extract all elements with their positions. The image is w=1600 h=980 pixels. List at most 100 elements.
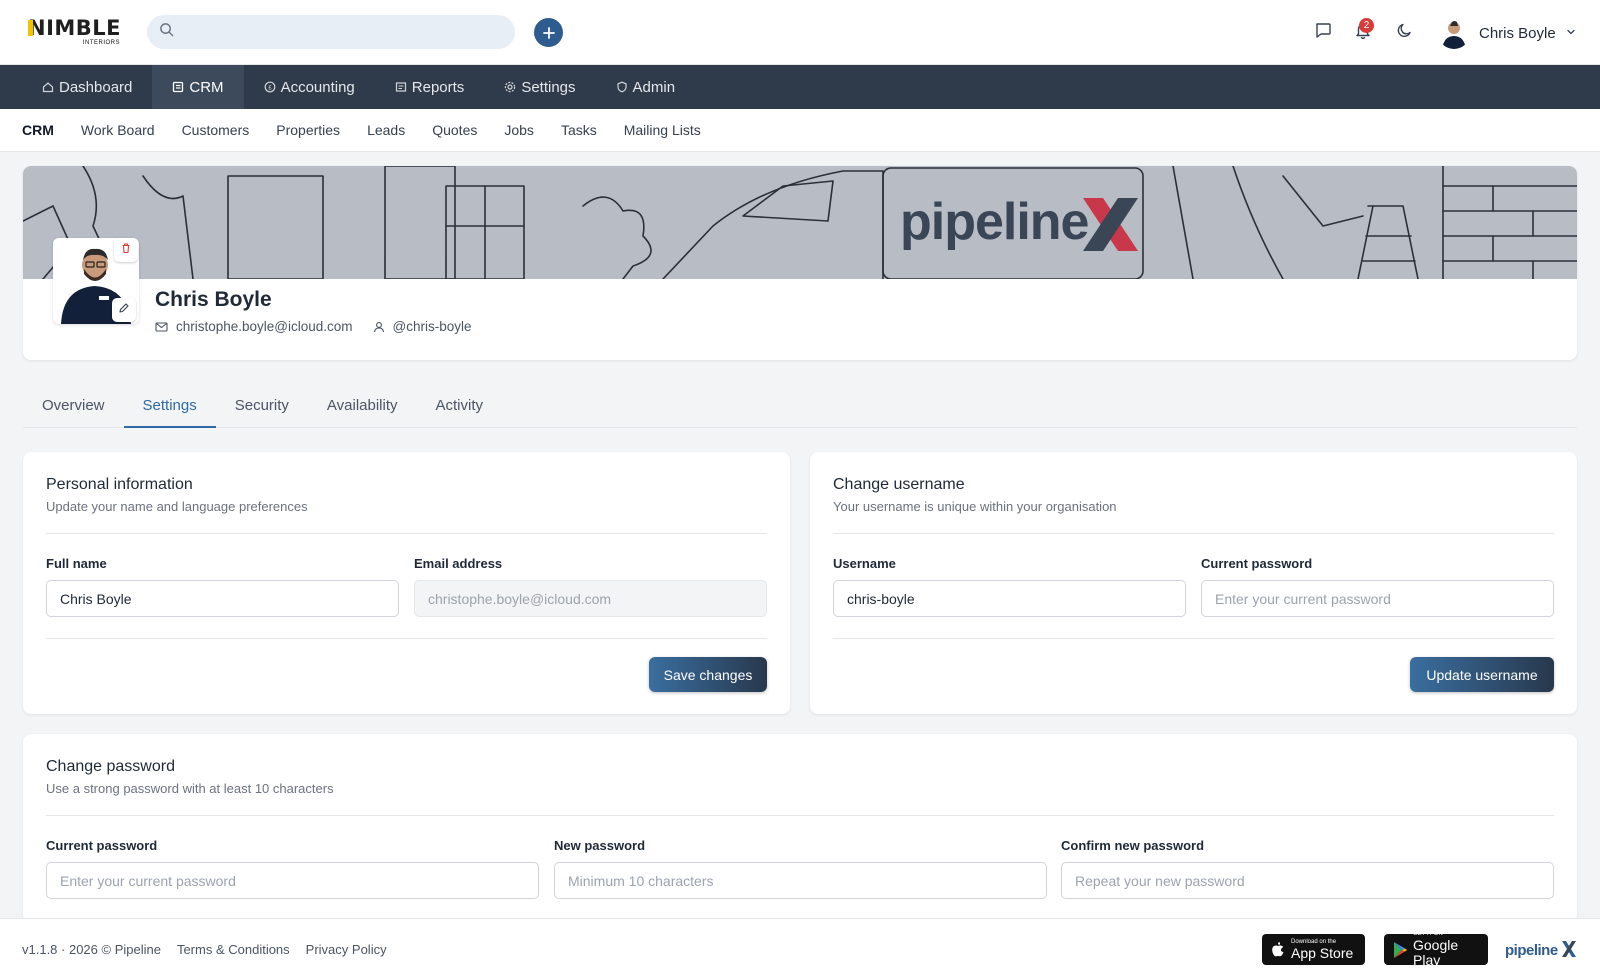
main-nav-settings[interactable]: Settings [484,65,595,109]
google-play-big-text: Google Play [1413,937,1459,968]
pencil-icon [118,301,130,319]
confirm-password-input[interactable] [1075,872,1553,889]
card-subtitle: Your username is unique within your orga… [833,499,1117,514]
tab-security[interactable]: Security [216,387,308,428]
tab-settings[interactable]: Settings [123,387,216,428]
profile-username: @chris-boyle [392,319,472,334]
company-logo[interactable]: NIMBLE INTERIORS [28,17,122,47]
report-icon [395,81,407,93]
card-subtitle: Use a strong password with at least 10 c… [46,781,334,796]
email-value: christophe.boyle@icloud.com [428,590,612,607]
profile-card: pipeline Chris Boyle christophe.boyle@ic… [23,166,1577,360]
sub-nav: CRM Work Board Customers Properties Lead… [0,109,1600,152]
personal-info-card: Personal information Update your name an… [23,452,790,714]
google-play-text: GET IT ON Google Play [1413,931,1480,968]
global-search[interactable] [147,15,515,49]
sub-nav-tasks[interactable]: Tasks [561,122,597,138]
app-store-text: Download on the App Store [1291,939,1353,961]
new-password-field[interactable] [554,862,1047,899]
banner-x-icon [1083,198,1138,251]
current-password-input[interactable] [60,872,538,889]
sub-nav-leads[interactable]: Leads [367,122,405,138]
current-password-label: Current password [1201,556,1313,571]
divider [833,638,1554,639]
username-input[interactable] [847,590,1185,607]
email-field: christophe.boyle@icloud.com [414,580,767,617]
sub-nav-jobs[interactable]: Jobs [504,122,534,138]
divider [46,638,767,639]
full-name-field[interactable] [46,580,399,617]
edit-avatar-button[interactable] [112,298,136,322]
change-password-card: Change password Use a strong password wi… [23,734,1577,924]
chevron-down-icon [1566,24,1576,42]
sub-nav-quotes[interactable]: Quotes [432,122,477,138]
new-password-input[interactable] [568,872,1046,889]
google-play-button[interactable]: GET IT ON Google Play [1384,931,1488,968]
top-bar: NIMBLE INTERIORS 2 Chris Boyle [0,0,1600,65]
main-nav-crm[interactable]: CRM [152,65,244,109]
main-nav-reports[interactable]: Reports [375,65,485,109]
sub-nav-mailing-lists[interactable]: Mailing Lists [624,122,701,138]
current-password-field[interactable] [46,862,539,899]
messages-button[interactable] [1311,20,1335,44]
card-title: Change password [46,758,175,775]
avatar [1438,17,1470,49]
new-password-label: New password [554,838,646,853]
user-menu[interactable]: Chris Boyle [1438,16,1576,50]
coin-icon: £ [264,81,276,93]
google-play-icon [1392,941,1408,959]
update-username-button[interactable]: Update username [1410,657,1554,692]
save-changes-button[interactable]: Save changes [649,657,767,692]
crm-icon [172,81,184,93]
profile-meta: christophe.boyle@icloud.com @chris-boyle [155,319,472,334]
footer-logo-text: pipeline [1505,942,1558,959]
profile-name: Chris Boyle [155,288,272,311]
delete-avatar-button[interactable] [114,238,138,262]
banner-logo-text: pipeline [900,193,1089,251]
terms-link[interactable]: Terms & Conditions [177,942,290,957]
privacy-link[interactable]: Privacy Policy [306,942,387,957]
card-title: Change username [833,476,965,493]
app-store-big-text: App Store [1291,944,1354,961]
main-nav-label: Reports [411,78,465,96]
current-password-input[interactable] [1215,590,1553,607]
logo-mark [28,20,33,36]
sub-nav-work-board[interactable]: Work Board [81,122,155,138]
theme-toggle-button[interactable] [1393,20,1417,44]
divider [46,815,1554,816]
current-password-label: Current password [46,838,158,853]
main-nav-label: Accounting [280,78,355,96]
quick-add-button[interactable] [534,18,563,47]
shield-icon [616,81,628,93]
username-label: Username [833,556,896,571]
sub-nav-customers[interactable]: Customers [182,122,250,138]
full-name-input[interactable] [60,590,398,607]
main-nav-admin[interactable]: Admin [596,65,696,109]
search-input[interactable] [182,24,502,40]
username-field[interactable] [833,580,1186,617]
mail-icon [155,321,168,333]
tab-overview[interactable]: Overview [23,387,124,428]
plus-icon [542,23,555,43]
change-username-card: Change username Your username is unique … [810,452,1577,714]
divider [833,533,1554,534]
tab-activity[interactable]: Activity [417,387,503,428]
app-store-button[interactable]: Download on the App Store [1262,934,1365,965]
user-icon [373,321,385,333]
gear-icon [504,81,516,93]
main-nav-accounting[interactable]: £ Accounting [244,65,375,109]
apple-icon [1270,941,1286,959]
sub-nav-crm[interactable]: CRM [22,122,54,138]
main-nav-label: Admin [632,78,676,96]
current-password-field[interactable] [1201,580,1554,617]
profile-tabs: Overview Settings Security Availability … [23,387,1577,428]
sub-nav-properties[interactable]: Properties [276,122,340,138]
moon-icon [1396,21,1414,44]
main-nav-dashboard[interactable]: Dashboard [22,65,152,109]
confirm-password-field[interactable] [1061,862,1554,899]
main-nav-label: Settings [521,78,576,96]
search-icon [159,22,174,42]
svg-text:£: £ [268,84,272,91]
home-icon [42,81,54,93]
tab-availability[interactable]: Availability [308,387,417,428]
